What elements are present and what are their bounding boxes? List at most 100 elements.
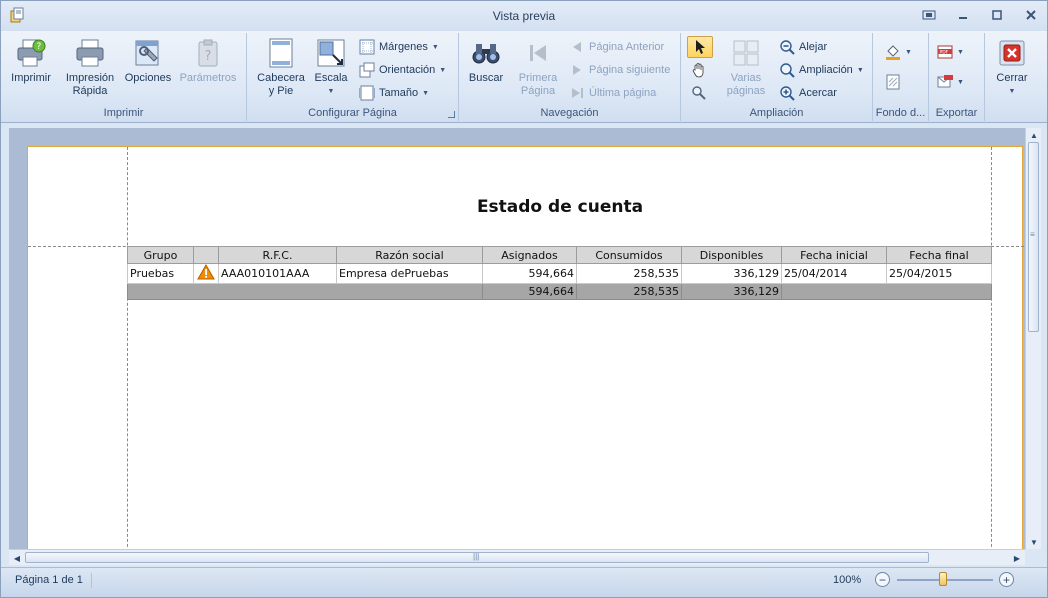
- group-cerrar: Cerrar ▼: [985, 33, 1039, 121]
- parameters-button[interactable]: ? Parámetros: [177, 37, 239, 85]
- orientation-label: Orientación: [379, 64, 436, 76]
- options-label: Opciones: [124, 72, 172, 84]
- find-button[interactable]: Buscar: [465, 37, 507, 85]
- column-header-grupo: Grupo: [127, 246, 194, 264]
- header-footer-button[interactable]: Cabecera y Pie: [255, 37, 307, 98]
- zoom-out-minus-icon[interactable]: −: [875, 572, 890, 587]
- cell-fecha-inicial: 25/04/2014: [781, 263, 887, 284]
- options-button[interactable]: Opciones: [123, 37, 173, 85]
- maximize-button[interactable]: [987, 7, 1007, 23]
- select-tool-button[interactable]: [687, 36, 713, 58]
- find-label: Buscar: [468, 72, 504, 84]
- close-window-button[interactable]: [1021, 7, 1041, 23]
- warning-icon: [197, 263, 215, 280]
- scroll-left-arrow-icon[interactable]: ◀: [9, 551, 25, 565]
- scale-button[interactable]: Escala ▼: [311, 37, 351, 98]
- group-configurar-pagina: Cabecera y Pie Escala ▼ Márgenes ▼ Orien…: [247, 33, 459, 121]
- totals-row: 594,664 258,535 336,129: [127, 283, 992, 300]
- cell-disponibles: 336,129: [681, 263, 782, 284]
- zoom-dropdown-arrow: ▼: [856, 66, 864, 74]
- margins-label: Márgenes: [379, 41, 428, 53]
- cell-status: [193, 263, 219, 284]
- zoom-in-button[interactable]: Acercar: [779, 84, 837, 102]
- horizontal-grip-icon: |||: [473, 552, 480, 561]
- report-page: Estado de cuenta Grupo R.F.C. Razón soci…: [27, 146, 1024, 549]
- orientation-dropdown-arrow: ▼: [439, 66, 447, 74]
- close-preview-button[interactable]: Cerrar ▼: [991, 37, 1033, 98]
- magnifier-icon: [692, 86, 706, 100]
- page-color-button[interactable]: ▼: [885, 43, 912, 61]
- quick-print-label: Impresión Rápida: [65, 72, 115, 97]
- parameters-label: Parámetros: [179, 72, 237, 84]
- group-imprimir: ? Imprimir Impresión Rápida Opciones ? P…: [1, 33, 247, 121]
- margins-button[interactable]: Márgenes ▼: [359, 38, 439, 56]
- send-pdf-button[interactable]: ▼: [937, 73, 964, 91]
- minimize-button[interactable]: [953, 7, 973, 23]
- send-dropdown-arrow: ▼: [957, 78, 964, 86]
- hand-tool-button[interactable]: [691, 61, 707, 79]
- total-consumidos: 258,535: [576, 283, 682, 300]
- zoom-in-label: Acercar: [799, 87, 837, 99]
- totals-spacer: [127, 283, 483, 300]
- horizontal-scrollbar[interactable]: ◀ ||| ▶: [9, 549, 1025, 565]
- group-exportar: PDF ▼ ▼ Exportar: [929, 33, 985, 121]
- preview-area[interactable]: Estado de cuenta Grupo R.F.C. Razón soci…: [9, 128, 1025, 549]
- cell-fecha-final: 25/04/2015: [886, 263, 992, 284]
- orientation-icon: [359, 62, 375, 78]
- zoom-in-plus-icon[interactable]: +: [999, 572, 1014, 587]
- watermark-button[interactable]: [885, 73, 901, 91]
- svg-text:?: ?: [205, 49, 212, 64]
- svg-text:?: ?: [37, 42, 42, 52]
- vertical-scrollbar[interactable]: ▲ ≡ ▼: [1025, 128, 1041, 549]
- cell-razon-social: Empresa dePruebas: [336, 263, 483, 284]
- multiple-pages-icon: [733, 40, 759, 66]
- column-header-fecha-final: Fecha final: [886, 246, 992, 264]
- orientation-button[interactable]: Orientación ▼: [359, 61, 446, 79]
- next-page-button[interactable]: Página siguiente: [569, 61, 670, 79]
- group-label-navegacion: Navegación: [540, 107, 599, 119]
- scroll-down-arrow-icon[interactable]: ▼: [1026, 535, 1042, 549]
- binoculars-icon: [472, 44, 500, 64]
- status-bar: Página 1 de 1 100% − +: [1, 567, 1047, 597]
- multiple-pages-button[interactable]: Varias páginas: [723, 37, 769, 98]
- column-header-consumidos: Consumidos: [576, 246, 682, 264]
- last-page-button[interactable]: Última página: [569, 84, 656, 102]
- group-navegacion: Buscar Primera Página Página Anterior Pá…: [459, 33, 681, 121]
- group-label-imprimir: Imprimir: [103, 107, 144, 119]
- zoom-label: Ampliación: [799, 64, 853, 76]
- column-header-fecha-inicial: Fecha inicial: [781, 246, 887, 264]
- column-header-rfc: R.F.C.: [218, 246, 337, 264]
- total-disponibles: 336,129: [681, 283, 782, 300]
- arrow-left-icon: [573, 42, 581, 52]
- export-pdf-button[interactable]: PDF ▼: [937, 43, 964, 61]
- table-header-row: Grupo R.F.C. Razón social Asignados Cons…: [127, 246, 992, 264]
- restore-layout-button[interactable]: [919, 7, 939, 23]
- column-header-disponibles: Disponibles: [681, 246, 782, 264]
- hand-icon: [692, 63, 704, 78]
- column-header-asignados: Asignados: [482, 246, 577, 264]
- total-asignados: 594,664: [482, 283, 577, 300]
- first-page-icon: [530, 45, 546, 61]
- pointer-icon: [696, 40, 705, 54]
- scroll-right-arrow-icon[interactable]: ▶: [1009, 551, 1025, 565]
- scroll-up-arrow-icon[interactable]: ▲: [1026, 128, 1042, 142]
- first-page-button[interactable]: Primera Página: [515, 37, 561, 98]
- magnifier-tool-button[interactable]: [691, 84, 707, 102]
- margins-dropdown-arrow: ▼: [431, 43, 439, 51]
- minimize-icon: [959, 17, 967, 19]
- zoom-out-button[interactable]: Alejar: [779, 38, 827, 56]
- zoom-button[interactable]: Ampliación ▼: [779, 61, 864, 79]
- close-dropdown-arrow: ▼: [1008, 88, 1016, 95]
- scale-dropdown-arrow: ▼: [327, 88, 335, 95]
- print-label: Imprimir: [11, 72, 51, 84]
- watermark-icon: [886, 74, 900, 90]
- paint-bucket-icon: [886, 45, 900, 60]
- print-button[interactable]: ? Imprimir: [9, 37, 53, 85]
- quick-print-button[interactable]: Impresión Rápida: [61, 37, 119, 98]
- size-label: Tamaño: [379, 87, 419, 99]
- prev-page-button[interactable]: Página Anterior: [569, 38, 664, 56]
- zoom-slider-thumb[interactable]: [939, 572, 947, 586]
- size-button[interactable]: Tamaño ▼: [359, 84, 429, 102]
- zoom-out-label: Alejar: [799, 41, 828, 53]
- last-page-label: Última página: [589, 87, 657, 99]
